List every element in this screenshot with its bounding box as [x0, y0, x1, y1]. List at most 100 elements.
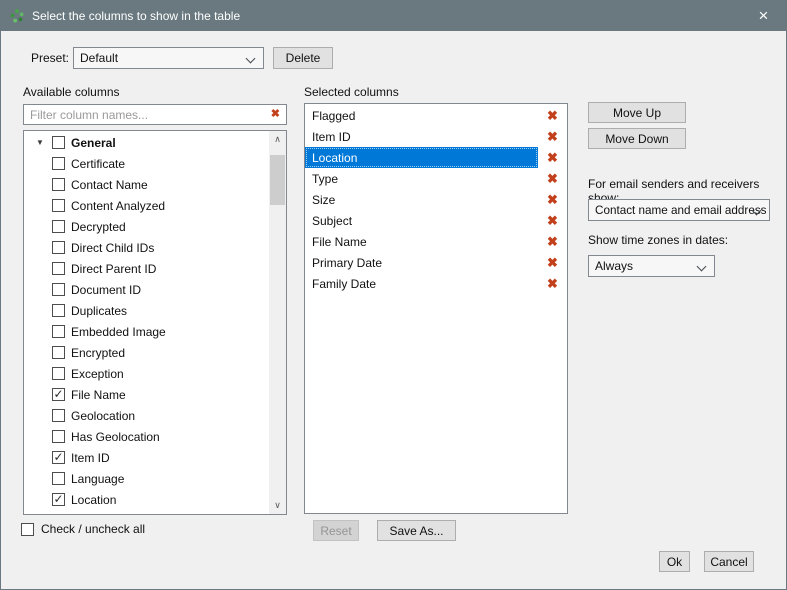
- selected-column-row: File Name✖: [305, 231, 567, 252]
- filter-input[interactable]: [23, 104, 287, 125]
- delete-preset-button[interactable]: Delete: [273, 47, 333, 69]
- item-checkbox[interactable]: [52, 367, 65, 380]
- tree-item-label: Location: [71, 493, 116, 507]
- tree-item-label: Exception: [71, 367, 124, 381]
- item-checkbox[interactable]: ✓: [52, 493, 65, 506]
- selected-columns-label: Selected columns: [304, 85, 399, 99]
- selected-column-row: Family Date✖: [305, 273, 567, 294]
- remove-column-icon[interactable]: ✖: [538, 168, 567, 189]
- item-checkbox[interactable]: [52, 136, 65, 149]
- expander-icon[interactable]: ▼: [36, 138, 52, 147]
- tree-item-row[interactable]: Contact Name: [24, 174, 269, 195]
- chevron-down-icon: [246, 54, 256, 64]
- move-up-button[interactable]: Move Up: [588, 102, 686, 123]
- save-as-button[interactable]: Save As...: [377, 520, 456, 541]
- column-chooser-dialog: Select the columns to show in the table …: [0, 0, 787, 590]
- selected-column-label[interactable]: Family Date: [305, 273, 538, 294]
- ok-button[interactable]: Ok: [659, 551, 690, 572]
- scroll-down-icon[interactable]: ∨: [269, 497, 286, 514]
- selected-column-row: Flagged✖: [305, 105, 567, 126]
- remove-column-icon[interactable]: ✖: [538, 189, 567, 210]
- selected-column-label[interactable]: Primary Date: [305, 252, 538, 273]
- item-checkbox[interactable]: ✓: [52, 388, 65, 401]
- tree-item-label: Direct Parent ID: [71, 262, 156, 276]
- close-icon[interactable]: ×: [741, 1, 786, 31]
- tree-item-row[interactable]: Embedded Image: [24, 321, 269, 342]
- tree-item-row[interactable]: ✓Item ID: [24, 447, 269, 468]
- tree-item-label: Encrypted: [71, 346, 125, 360]
- tree-item-label: Contact Name: [71, 178, 148, 192]
- email-display-combobox[interactable]: Contact name and email address: [588, 199, 770, 221]
- item-checkbox[interactable]: [52, 199, 65, 212]
- dialog-body: Preset: Default Delete Available columns…: [1, 31, 786, 589]
- remove-column-icon[interactable]: ✖: [538, 210, 567, 231]
- tree-item-row[interactable]: Language: [24, 468, 269, 489]
- tree-item-row[interactable]: Content Analyzed: [24, 195, 269, 216]
- tree-item-row[interactable]: Geolocation: [24, 405, 269, 426]
- item-checkbox[interactable]: [52, 283, 65, 296]
- check-uncheck-all-row[interactable]: Check / uncheck all: [21, 522, 145, 536]
- dialog-title: Select the columns to show in the table: [32, 9, 240, 23]
- check-uncheck-all-label: Check / uncheck all: [41, 522, 145, 536]
- remove-column-icon[interactable]: ✖: [538, 105, 567, 126]
- tree-item-label: Document ID: [71, 283, 141, 297]
- check-uncheck-all-checkbox[interactable]: [21, 523, 34, 536]
- tree-item-row[interactable]: Has Geolocation: [24, 426, 269, 447]
- remove-column-icon[interactable]: ✖: [538, 147, 567, 168]
- remove-column-icon[interactable]: ✖: [538, 273, 567, 294]
- title-bar: Select the columns to show in the table …: [1, 1, 786, 31]
- tree-item-label: Geolocation: [71, 409, 135, 423]
- item-checkbox[interactable]: [52, 325, 65, 338]
- selected-column-label[interactable]: Type: [305, 168, 538, 189]
- tree-item-label: Duplicates: [71, 304, 127, 318]
- tree-group-row[interactable]: ▼General: [24, 132, 269, 153]
- remove-column-icon[interactable]: ✖: [538, 126, 567, 147]
- item-checkbox[interactable]: [52, 262, 65, 275]
- tree-item-row[interactable]: Duplicates: [24, 300, 269, 321]
- selected-column-label[interactable]: Size: [305, 189, 538, 210]
- tree-item-row[interactable]: Direct Parent ID: [24, 258, 269, 279]
- timezone-value: Always: [595, 259, 633, 273]
- reset-button[interactable]: Reset: [313, 520, 359, 541]
- tree-item-row[interactable]: ✓ Location: [24, 489, 269, 510]
- tree-item-row[interactable]: Exception: [24, 363, 269, 384]
- remove-column-icon[interactable]: ✖: [538, 252, 567, 273]
- tree-item-label: File Name: [71, 388, 126, 402]
- item-checkbox[interactable]: [52, 409, 65, 422]
- timezone-combobox[interactable]: Always: [588, 255, 715, 277]
- item-checkbox[interactable]: [52, 304, 65, 317]
- tree-item-label: Language: [71, 472, 124, 486]
- available-columns-label: Available columns: [23, 85, 120, 99]
- item-checkbox[interactable]: [52, 430, 65, 443]
- tree-item-row[interactable]: Document ID: [24, 279, 269, 300]
- tree-item-row[interactable]: Encrypted: [24, 342, 269, 363]
- selected-column-label[interactable]: Flagged: [305, 105, 538, 126]
- item-checkbox[interactable]: [52, 220, 65, 233]
- selected-column-label[interactable]: File Name: [305, 231, 538, 252]
- chevron-down-icon: [697, 262, 707, 272]
- clear-filter-icon[interactable]: ✖: [271, 107, 280, 120]
- move-down-button[interactable]: Move Down: [588, 128, 686, 149]
- tree-item-row[interactable]: ✓ File Name: [24, 384, 269, 405]
- scrollbar-thumb[interactable]: [270, 155, 285, 205]
- item-checkbox[interactable]: [52, 346, 65, 359]
- preset-value: Default: [80, 51, 118, 65]
- selected-column-label[interactable]: Location: [305, 147, 538, 168]
- tree-scrollbar[interactable]: ∧ ∨: [269, 131, 286, 514]
- tree-item-row[interactable]: Direct Child IDs: [24, 237, 269, 258]
- item-checkbox[interactable]: ✓: [52, 451, 65, 464]
- scroll-up-icon[interactable]: ∧: [269, 131, 286, 148]
- selected-column-label[interactable]: Subject: [305, 210, 538, 231]
- item-checkbox[interactable]: [52, 241, 65, 254]
- item-checkbox[interactable]: [52, 178, 65, 191]
- cancel-button[interactable]: Cancel: [704, 551, 754, 572]
- item-checkbox[interactable]: [52, 157, 65, 170]
- tree-item-row[interactable]: Certificate: [24, 153, 269, 174]
- preset-combobox[interactable]: Default: [73, 47, 264, 69]
- preset-label: Preset:: [31, 51, 69, 65]
- timezone-label: Show time zones in dates:: [588, 233, 728, 247]
- tree-item-row[interactable]: Decrypted: [24, 216, 269, 237]
- remove-column-icon[interactable]: ✖: [538, 231, 567, 252]
- item-checkbox[interactable]: [52, 472, 65, 485]
- selected-column-label[interactable]: Item ID: [305, 126, 538, 147]
